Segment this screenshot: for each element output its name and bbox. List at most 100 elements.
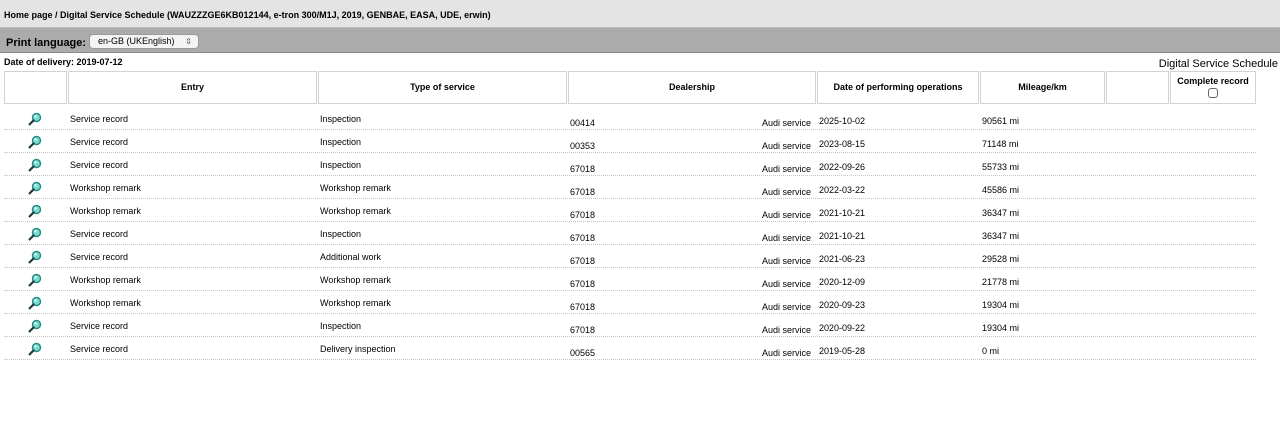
column-header-dealership[interactable]: Dealership: [568, 71, 816, 104]
date-cell: 2021-10-21: [819, 208, 866, 218]
mileage-cell: 36347 mi: [982, 231, 1020, 241]
dealer-code-cell: 67018: [570, 164, 596, 174]
mileage-cell: 0 mi: [982, 346, 1000, 356]
mileage-cell: 36347 mi: [982, 208, 1020, 218]
mileage-cell: 19304 mi: [982, 300, 1020, 310]
date-cell: 2020-12-09: [819, 277, 866, 287]
dealer-name-cell: Audi service: [762, 233, 812, 243]
type-cell: Workshop remark: [320, 298, 391, 308]
entry-cell: Workshop remark: [70, 206, 141, 216]
dealer-name-cell: Audi service: [762, 164, 812, 174]
print-language-label: Print language:: [6, 37, 87, 49]
complete-record-checkbox[interactable]: [1208, 88, 1218, 98]
type-cell: Workshop remark: [320, 275, 391, 285]
breadcrumb: Home page / Digital Service Schedule (WA…: [4, 10, 491, 20]
dealer-code-cell: 67018: [570, 256, 596, 266]
column-header-extra: [1106, 71, 1169, 104]
entry-cell: Service record: [70, 229, 129, 239]
date-cell: 2021-10-21: [819, 231, 866, 241]
dealer-name-cell: Audi service: [762, 348, 812, 358]
dealer-code-cell: 00414: [570, 118, 596, 128]
dealer-name-cell: Audi service: [762, 118, 812, 128]
table-row[interactable]: Workshop remark Workshop remark 67018 Audi …: [4, 199, 1256, 222]
type-cell: Additional work: [320, 252, 382, 262]
column-header-type[interactable]: Type of service: [318, 71, 567, 104]
type-cell: Inspection: [320, 114, 362, 124]
magnifier-icon[interactable]: [28, 342, 42, 356]
table-row[interactable]: Workshop remark Workshop remark 67018 Audi …: [4, 291, 1256, 314]
entry-cell: Service record: [70, 252, 129, 262]
dealer-name-cell: Audi service: [762, 210, 812, 220]
magnifier-icon[interactable]: [28, 227, 42, 241]
date-cell: 2021-06-23: [819, 254, 866, 264]
magnifier-icon[interactable]: [28, 112, 42, 126]
entry-cell: Service record: [70, 114, 129, 124]
dealer-code-cell: 00353: [570, 141, 596, 151]
magnifier-icon[interactable]: [28, 273, 42, 287]
table-row[interactable]: Service record Additional work 67018 Audi s…: [4, 245, 1256, 268]
dealer-name-cell: Audi service: [762, 279, 812, 289]
date-cell: 2019-05-28: [819, 346, 866, 356]
table-row[interactable]: Service record Inspection 67018 Audi servic…: [4, 314, 1256, 337]
type-cell: Inspection: [320, 137, 362, 147]
dealer-code-cell: 67018: [570, 302, 596, 312]
dealer-name-cell: Audi service: [762, 256, 812, 266]
top-breadcrumb-bar: Home page / Digital Service Schedule (WA…: [0, 0, 1280, 28]
table-row[interactable]: Service record Inspection 00414 Audi servic…: [4, 107, 1256, 130]
column-header-complete-record: Complete record: [1170, 71, 1256, 104]
dealer-name-cell: Audi service: [762, 187, 812, 197]
mileage-cell: 71148 mi: [982, 139, 1019, 149]
dealer-name-cell: Audi service: [762, 325, 812, 335]
magnifier-icon[interactable]: [28, 250, 42, 264]
dealer-code-cell: 00565: [570, 348, 596, 358]
print-language-select[interactable]: en-GB (UKEnglish) ⇳: [89, 34, 199, 49]
date-cell: 2020-09-22: [819, 323, 866, 333]
magnifier-icon[interactable]: [28, 135, 42, 149]
dealer-code-cell: 67018: [570, 187, 596, 197]
entry-cell: Workshop remark: [70, 275, 141, 285]
mileage-cell: 29528 mi: [982, 254, 1020, 264]
entry-cell: Workshop remark: [70, 298, 141, 308]
mileage-cell: 21778 mi: [982, 277, 1020, 287]
complete-record-label: Complete record: [1177, 76, 1249, 86]
delivery-date: Date of delivery: 2019-07-12: [4, 57, 123, 67]
entry-cell: Service record: [70, 137, 129, 147]
magnifier-icon[interactable]: [28, 319, 42, 333]
table-row[interactable]: Service record Delivery inspection 00565 Au…: [4, 337, 1256, 360]
column-header-entry[interactable]: Entry: [68, 71, 317, 104]
magnifier-icon[interactable]: [28, 181, 42, 195]
magnifier-icon[interactable]: [28, 204, 42, 218]
type-cell: Inspection: [320, 321, 362, 331]
type-cell: Inspection: [320, 229, 362, 239]
table-row[interactable]: Service record Inspection 67018 Audi servic…: [4, 153, 1256, 176]
date-cell: 2020-09-23: [819, 300, 866, 310]
mileage-cell: 90561 mi: [982, 116, 1020, 126]
entry-cell: Service record: [70, 344, 129, 354]
mileage-cell: 19304 mi: [982, 323, 1020, 333]
date-cell: 2022-03-22: [819, 185, 866, 195]
chevron-updown-icon: ⇳: [185, 37, 192, 46]
table-row[interactable]: Workshop remark Workshop remark 67018 Audi …: [4, 268, 1256, 291]
table-row[interactable]: Workshop remark Workshop remark 67018 Audi …: [4, 176, 1256, 199]
date-cell: 2025-10-02: [819, 116, 866, 126]
column-header-mileage[interactable]: Mileage/km: [980, 71, 1105, 104]
entry-cell: Service record: [70, 160, 129, 170]
column-header-icon: [4, 71, 67, 104]
dealer-code-cell: 67018: [570, 233, 596, 243]
type-cell: Workshop remark: [320, 183, 391, 193]
type-cell: Inspection: [320, 160, 362, 170]
type-cell: Workshop remark: [320, 206, 391, 216]
table-row[interactable]: Service record Inspection 67018 Audi servic…: [4, 222, 1256, 245]
dealer-name-cell: Audi service: [762, 141, 812, 151]
page-title: Digital Service Schedule: [1158, 58, 1278, 70]
type-cell: Delivery inspection: [320, 344, 396, 354]
magnifier-icon[interactable]: [28, 296, 42, 310]
mileage-cell: 55733 mi: [982, 162, 1020, 172]
print-language-value: en-GB (UKEnglish): [98, 36, 175, 46]
magnifier-icon[interactable]: [28, 158, 42, 172]
mileage-cell: 45586 mi: [982, 185, 1020, 195]
table-row[interactable]: Service record Inspection 00353 Audi servic…: [4, 130, 1256, 153]
dealer-code-cell: 67018: [570, 279, 596, 289]
column-header-date[interactable]: Date of performing operations: [817, 71, 979, 104]
entry-cell: Service record: [70, 321, 129, 331]
